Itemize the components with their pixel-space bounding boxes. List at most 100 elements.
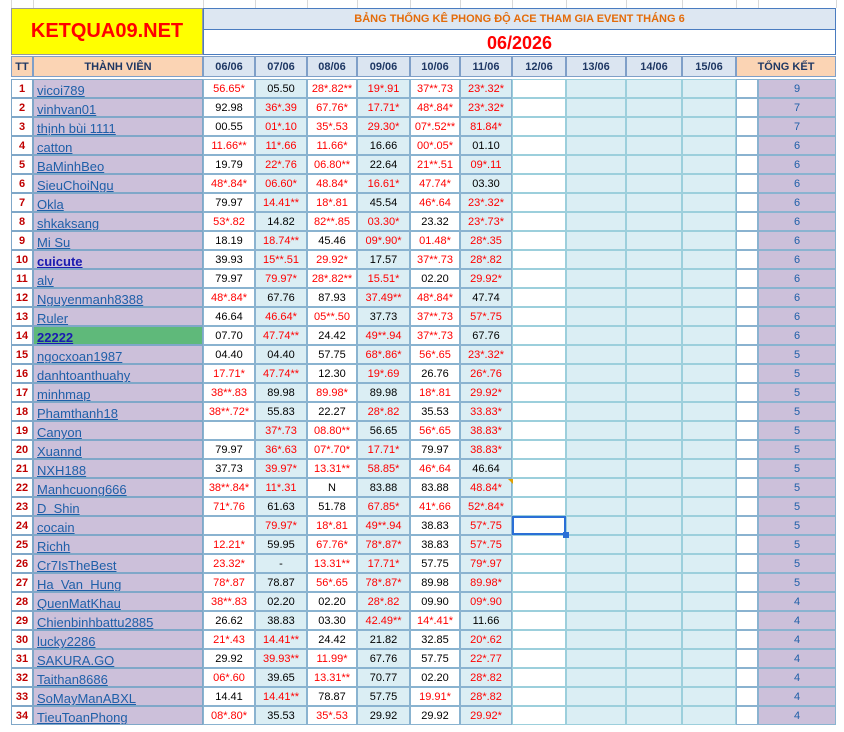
empty-score-cell[interactable] [626,573,682,592]
total-cell[interactable]: 7 [758,98,836,117]
row-number[interactable]: 31 [11,649,33,668]
member-name-link[interactable]: vicoi789 [37,83,85,97]
total-cell[interactable]: 7 [758,117,836,136]
empty-score-cell[interactable] [512,269,566,288]
score-cell[interactable]: 12.21* [203,535,255,554]
empty-score-cell[interactable] [626,269,682,288]
row-number[interactable]: 24 [11,516,33,535]
score-cell[interactable]: 06.60* [255,174,307,193]
blank-cell[interactable] [736,288,758,307]
score-cell[interactable]: 47.74 [460,288,512,307]
score-cell[interactable]: 02.20 [255,592,307,611]
empty-score-cell[interactable] [566,79,626,98]
score-cell[interactable]: 46*.64 [410,459,460,478]
score-cell[interactable]: 92.98 [203,98,255,117]
total-cell[interactable]: 4 [758,611,836,630]
header-date[interactable]: 12/06 [512,56,566,77]
member-name-link[interactable]: NXH188 [37,463,86,477]
score-cell[interactable]: 14.41** [255,630,307,649]
row-number[interactable]: 13 [11,307,33,326]
score-cell[interactable]: 17.57 [357,250,410,269]
total-cell[interactable]: 5 [758,516,836,535]
member-name-link[interactable]: Phamthanh18 [37,406,118,420]
empty-score-cell[interactable] [682,402,736,421]
empty-score-cell[interactable] [566,649,626,668]
empty-score-cell[interactable] [682,421,736,440]
row-number[interactable]: 18 [11,402,33,421]
score-cell[interactable]: 21*.43 [203,630,255,649]
empty-score-cell[interactable] [512,345,566,364]
row-number[interactable]: 26 [11,554,33,573]
row-number[interactable]: 14 [11,326,33,345]
score-cell[interactable]: 29.92* [460,706,512,725]
score-cell[interactable]: 22.27 [307,402,357,421]
score-cell[interactable]: 17.71* [357,440,410,459]
row-number[interactable]: 10 [11,250,33,269]
score-cell[interactable]: 18*.81 [307,516,357,535]
blank-cell[interactable] [736,117,758,136]
member-name-cell[interactable]: Okla [33,193,203,212]
score-cell[interactable]: 14.82 [255,212,307,231]
score-cell[interactable]: 37**.73 [410,79,460,98]
score-cell[interactable]: 19.79 [203,155,255,174]
member-name-link[interactable]: Xuannd [37,444,82,458]
score-cell[interactable]: 07.70 [203,326,255,345]
header-date[interactable]: 11/06 [460,56,512,77]
member-name-cell[interactable]: Mi Su [33,231,203,250]
empty-score-cell[interactable] [566,269,626,288]
empty-score-cell[interactable] [626,250,682,269]
empty-score-cell[interactable] [682,668,736,687]
score-cell[interactable]: 18*.81 [410,383,460,402]
empty-score-cell[interactable] [512,668,566,687]
score-cell[interactable]: 89.98 [410,573,460,592]
member-name-link[interactable]: minhmap [37,387,90,401]
member-name-link[interactable]: Nguyenmanh8388 [37,292,143,306]
row-number[interactable]: 27 [11,573,33,592]
row-number[interactable]: 7 [11,193,33,212]
member-name-link[interactable]: Ha_Van_Hung [37,577,121,591]
score-cell[interactable]: 23.32* [203,554,255,573]
empty-score-cell[interactable] [512,193,566,212]
blank-cell[interactable] [736,478,758,497]
header-date[interactable]: 09/06 [357,56,410,77]
empty-score-cell[interactable] [626,326,682,345]
empty-score-cell[interactable] [682,630,736,649]
empty-score-cell[interactable] [512,174,566,193]
member-name-cell[interactable]: QuenMatKhau [33,592,203,611]
row-number[interactable]: 11 [11,269,33,288]
empty-score-cell[interactable] [682,269,736,288]
empty-score-cell[interactable] [626,307,682,326]
score-cell[interactable]: 24.42 [307,630,357,649]
score-cell[interactable] [203,516,255,535]
empty-score-cell[interactable] [626,516,682,535]
empty-score-cell[interactable] [626,212,682,231]
member-name-cell[interactable]: D_Shin [33,497,203,516]
selected-cell[interactable] [512,516,566,535]
member-name-link[interactable]: BaMinhBeo [37,159,104,173]
empty-score-cell[interactable] [566,307,626,326]
score-cell[interactable]: 08.80** [307,421,357,440]
score-cell[interactable]: 13.31** [307,459,357,478]
score-cell[interactable]: 79.97* [255,269,307,288]
empty-score-cell[interactable] [626,231,682,250]
row-number[interactable]: 23 [11,497,33,516]
blank-cell[interactable] [736,687,758,706]
member-name-cell[interactable]: Ruler [33,307,203,326]
score-cell[interactable]: 49**.94 [357,326,410,345]
empty-score-cell[interactable] [626,668,682,687]
score-cell[interactable]: 28*.82 [460,687,512,706]
row-number[interactable]: 3 [11,117,33,136]
score-cell[interactable]: 47.74* [410,174,460,193]
empty-score-cell[interactable] [682,649,736,668]
score-cell[interactable]: 28*.35 [460,231,512,250]
score-cell[interactable]: 05**.50 [307,307,357,326]
blank-cell[interactable] [736,611,758,630]
score-cell[interactable]: 24.42 [307,326,357,345]
empty-score-cell[interactable] [566,516,626,535]
score-cell[interactable]: 89.98* [307,383,357,402]
score-cell[interactable]: 35*.53 [307,706,357,725]
empty-score-cell[interactable] [512,687,566,706]
total-cell[interactable]: 4 [758,630,836,649]
score-cell[interactable]: 16.61* [357,174,410,193]
row-number[interactable]: 8 [11,212,33,231]
